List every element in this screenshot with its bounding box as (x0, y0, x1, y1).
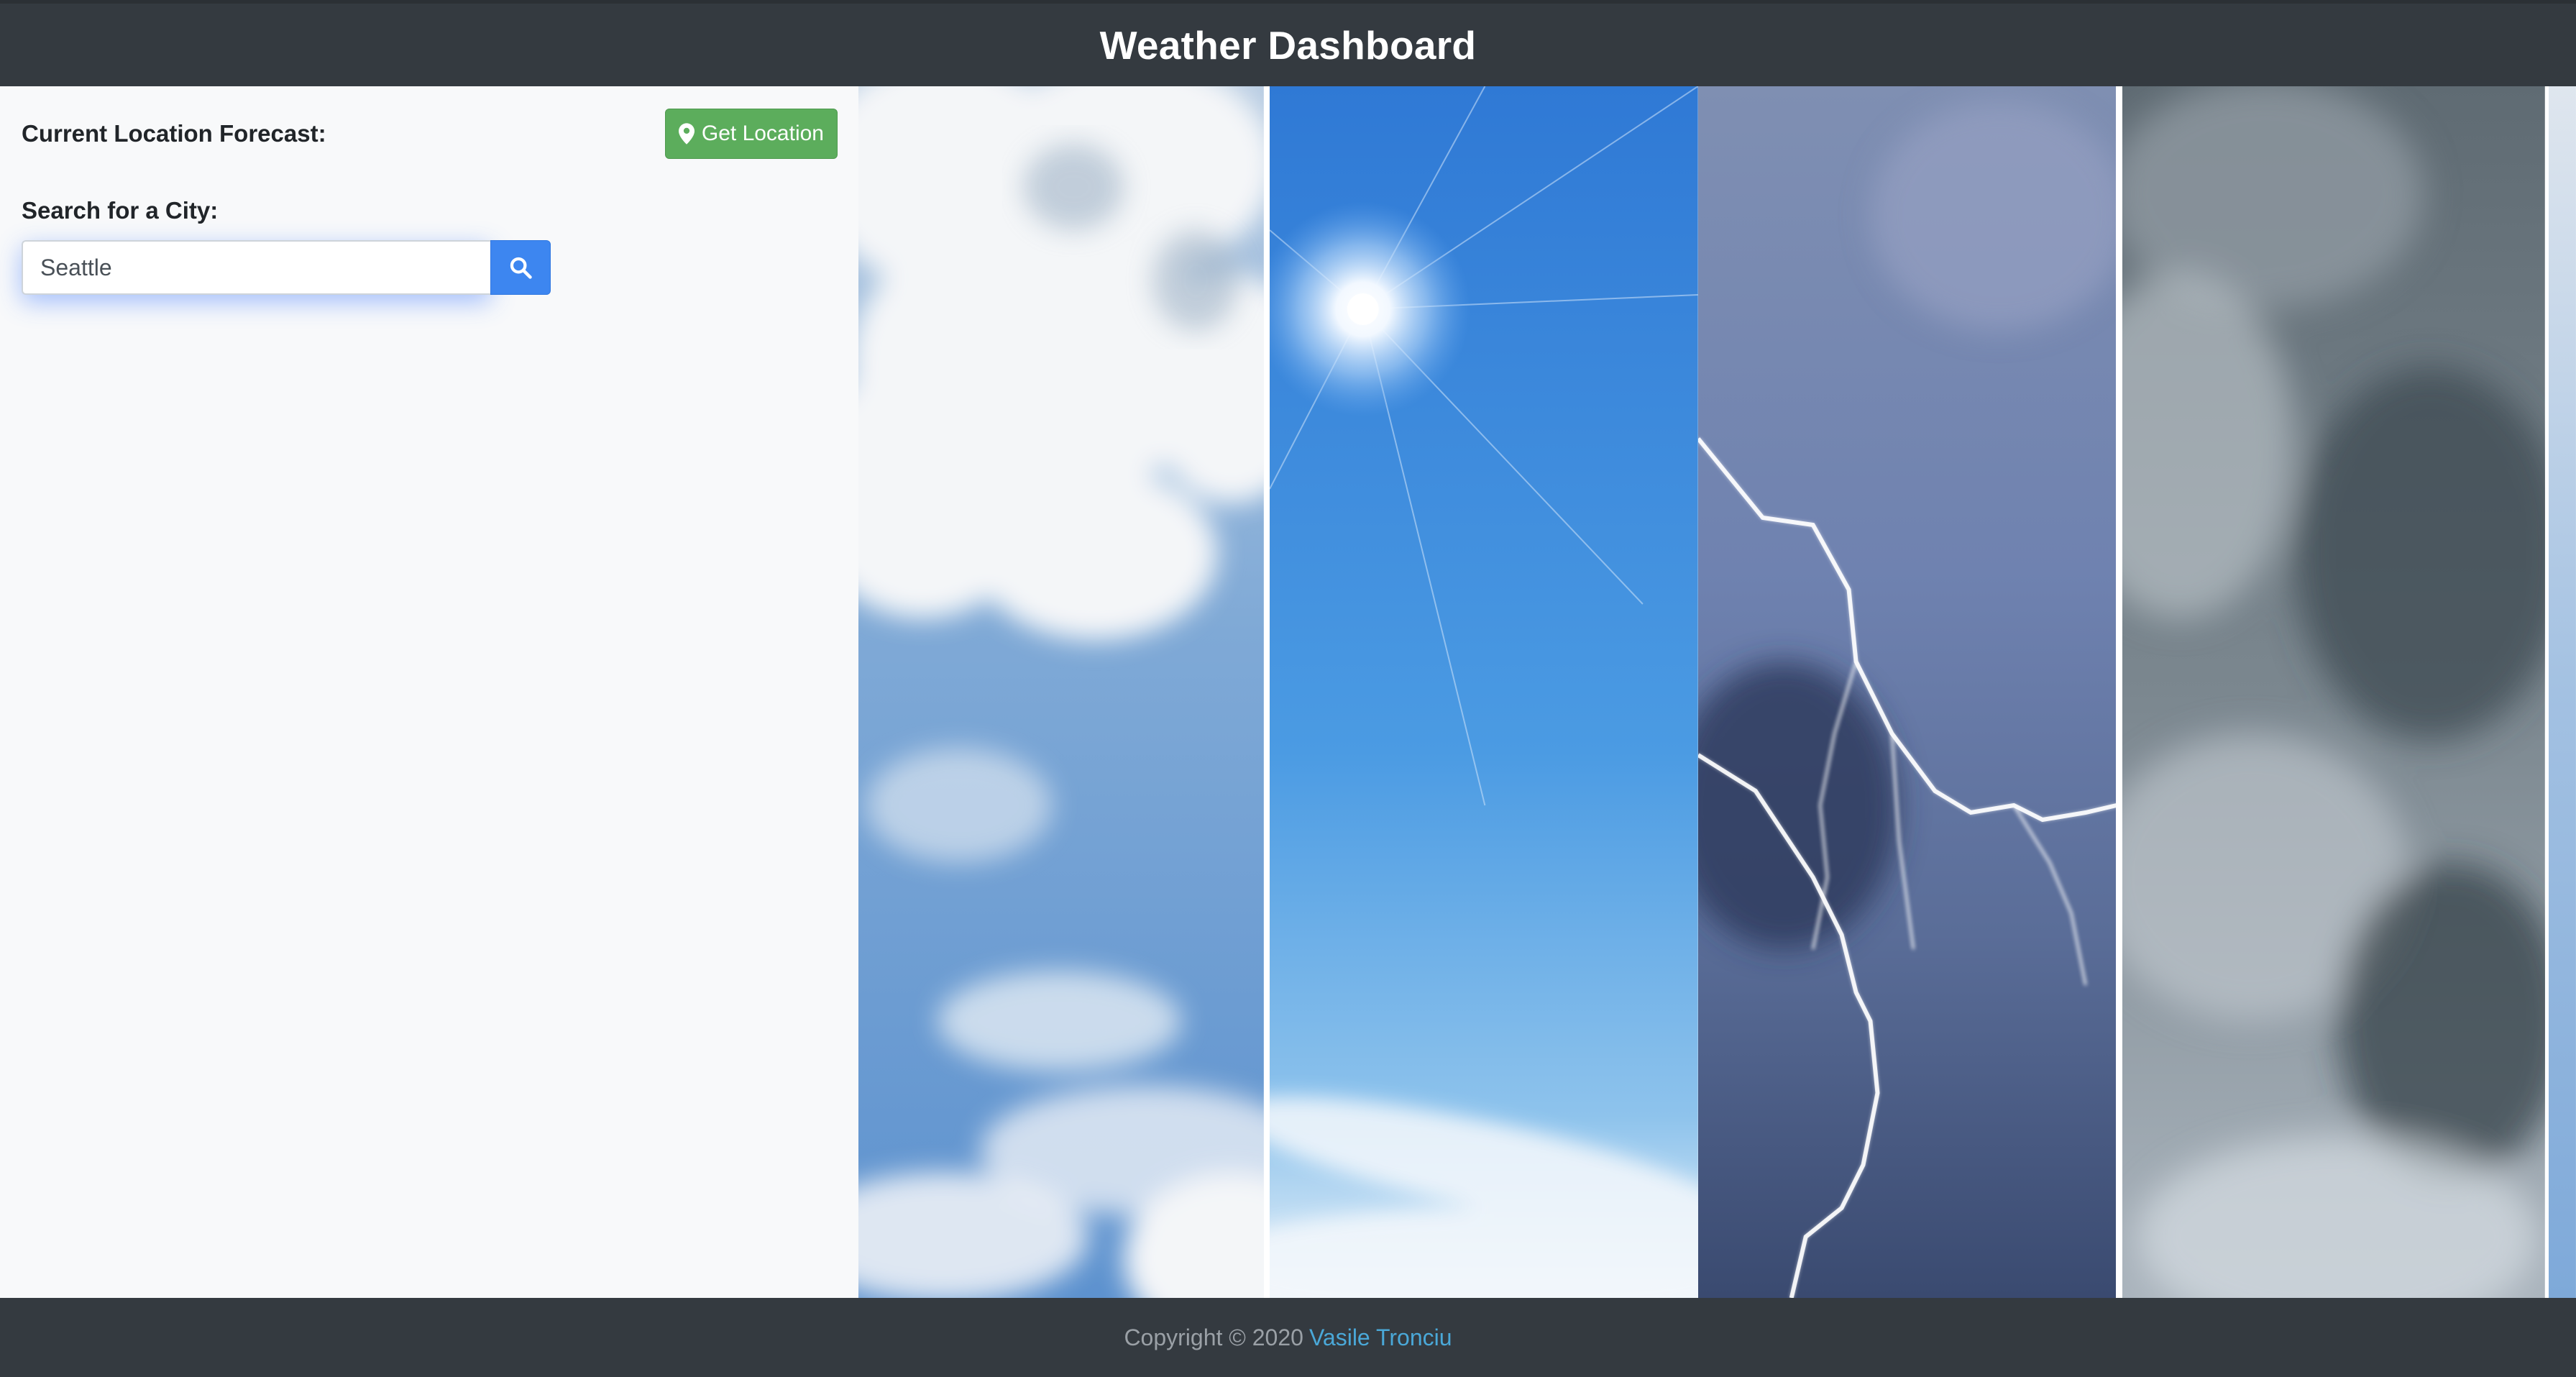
current-location-row: Current Location Forecast: Get Location (22, 109, 838, 159)
sunny-sky-panel (1269, 86, 1698, 1298)
overcast-sky-panel (2122, 86, 2546, 1298)
city-search-input[interactable] (22, 240, 490, 295)
top-navbar: Weather Dashboard (0, 0, 2576, 86)
thunderstorm-sky-panel (1697, 86, 2117, 1298)
city-search-group (22, 240, 551, 295)
search-button[interactable] (490, 240, 551, 295)
page-title: Weather Dashboard (1099, 22, 1477, 68)
cloudy-sky-panel (858, 86, 1264, 1298)
get-location-label: Get Location (701, 122, 824, 145)
footer: Copyright © 2020 Vasile Tronciu (0, 1298, 2576, 1377)
get-location-button[interactable]: Get Location (664, 109, 838, 159)
weather-background-panels (858, 86, 2576, 1298)
map-marker-icon (678, 123, 695, 145)
search-icon (510, 257, 532, 279)
copyright-text: Copyright © 2020 (1124, 1324, 1303, 1350)
author-link[interactable]: Vasile Tronciu (1309, 1325, 1452, 1351)
search-city-label: Search for a City: (22, 197, 219, 224)
current-location-label: Current Location Forecast: (22, 120, 326, 147)
cloudy-sky-panel-partial (2549, 86, 2576, 1298)
